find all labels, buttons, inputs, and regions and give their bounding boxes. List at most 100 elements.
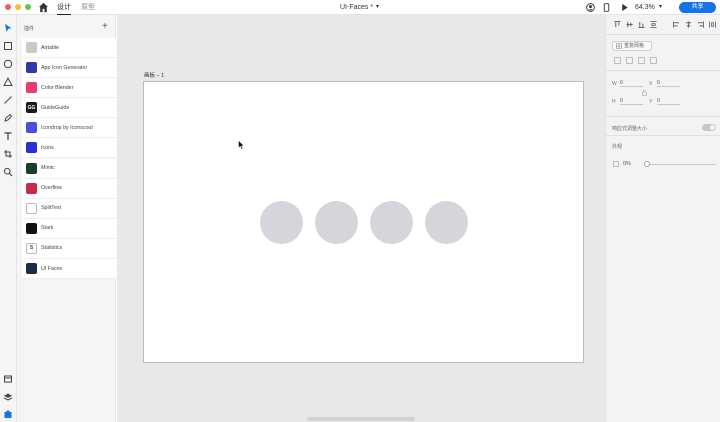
height-field[interactable]: 0	[620, 98, 643, 105]
plugin-label: Airtable	[41, 44, 59, 51]
opacity-slider-thumb[interactable]	[644, 161, 650, 167]
share-button[interactable]: 共享	[679, 2, 716, 13]
repeat-grid-label: 重复网格	[624, 43, 645, 49]
plugin-item[interactable]: GGGuideGuide›	[22, 98, 129, 119]
repeat-grid-button[interactable]: 重复网格	[612, 41, 652, 51]
plugin-item[interactable]: UI Faces	[22, 259, 129, 280]
statistics-icon: S	[26, 242, 37, 254]
x-label: X	[649, 81, 653, 87]
layers-icon[interactable]	[3, 392, 13, 402]
plugin-label: UI Faces	[41, 265, 63, 272]
chevron-down-icon[interactable]: ▾	[659, 3, 662, 10]
polygon-tool-icon[interactable]	[3, 77, 13, 87]
horizontal-scrollbar[interactable]	[307, 417, 415, 421]
align-middle-icon[interactable]	[626, 21, 633, 28]
tool-bar	[0, 15, 17, 422]
plugin-item[interactable]: Mimic	[22, 158, 129, 179]
text-tool-icon[interactable]	[3, 131, 13, 141]
placeholder-circle[interactable]	[315, 201, 358, 244]
overflow-icon	[26, 182, 37, 194]
boolean-intersect-icon[interactable]	[638, 57, 645, 64]
plugin-item[interactable]: Icons	[22, 138, 129, 159]
plugin-item[interactable]: Icondrop by Iconscout	[22, 118, 129, 139]
zoom-window-button[interactable]	[25, 4, 31, 10]
align-top-icon[interactable]	[614, 21, 621, 28]
plugin-item[interactable]: Airtable	[22, 38, 129, 58]
responsive-resize-label: 响应式调整大小	[612, 126, 648, 132]
boolean-exclude-icon[interactable]	[650, 57, 657, 64]
plugin-label: Statistics	[41, 245, 63, 252]
plugin-item[interactable]: SplitText›	[22, 198, 129, 219]
plugin-label: Mimic	[41, 165, 55, 172]
plugin-label: GuideGuide	[41, 104, 70, 111]
plugin-label: Color Blender	[41, 84, 74, 91]
tab-design[interactable]: 设计	[57, 3, 71, 15]
align-center-icon[interactable]	[685, 21, 692, 28]
properties-panel: 重复网格 W 0 X 0 H 0 Y 0 响应式调整大小 外观 0%	[605, 15, 720, 422]
mimic-icon	[26, 162, 37, 174]
boolean-subtract-icon[interactable]	[626, 57, 633, 64]
minimize-window-button[interactable]	[15, 4, 21, 10]
divider	[606, 116, 720, 117]
ellipse-tool-icon[interactable]	[3, 59, 13, 69]
width-field[interactable]: 0	[620, 80, 643, 87]
plugin-item[interactable]: S Statistics	[22, 238, 129, 259]
stark-icon	[26, 222, 37, 234]
plugin-label: Overflow	[41, 185, 62, 192]
ui-faces-icon	[26, 263, 37, 275]
plugins-panel-title: 插件	[24, 26, 35, 32]
placeholder-circle[interactable]	[260, 201, 303, 244]
plugin-item[interactable]: Overflow	[22, 178, 129, 199]
icondrop-icon	[26, 122, 37, 134]
plugin-item[interactable]: Stark›	[22, 218, 129, 239]
distribute-vertical-icon[interactable]	[650, 21, 657, 28]
splittext-icon	[26, 202, 37, 214]
close-window-button[interactable]	[5, 4, 11, 10]
home-icon[interactable]	[38, 2, 49, 13]
boolean-add-icon[interactable]	[614, 57, 621, 64]
plugin-label: Icons	[41, 144, 54, 151]
plugin-item[interactable]: App Icon Generator	[22, 58, 129, 79]
divider	[606, 70, 720, 71]
plugins-panel: 插件 + Airtable App Icon Generator Color Ble…	[17, 15, 129, 422]
artboard[interactable]	[143, 81, 584, 363]
placeholder-circle[interactable]	[425, 201, 468, 244]
opacity-slider-track[interactable]	[646, 164, 716, 165]
add-plugin-button[interactable]: +	[102, 22, 108, 32]
opacity-value[interactable]: 0%	[623, 161, 631, 167]
opacity-checkbox[interactable]	[613, 161, 619, 167]
color-blender-icon	[26, 82, 37, 94]
select-tool-icon[interactable]	[3, 23, 13, 33]
app-icon-generator-icon	[26, 62, 37, 74]
line-tool-icon[interactable]	[3, 95, 13, 105]
y-field[interactable]: 0	[657, 98, 680, 105]
lock-aspect-icon[interactable]	[642, 89, 647, 96]
alignment-row	[606, 15, 720, 35]
artboard-tool-icon[interactable]	[3, 149, 13, 159]
canvas[interactable]: 画板 – 1	[117, 15, 605, 422]
plugin-item[interactable]: Color Blender	[22, 78, 129, 99]
zoom-level[interactable]: 64.3%	[635, 3, 655, 12]
title-bar: 设计 原型 UI-Faces * ▾ 64.3% ▾ 共享	[0, 0, 720, 15]
rectangle-tool-icon[interactable]	[3, 41, 13, 51]
x-field[interactable]: 0	[657, 80, 680, 87]
tab-prototype[interactable]: 原型	[81, 3, 95, 12]
align-left-icon[interactable]	[673, 21, 680, 28]
placeholder-circle[interactable]	[370, 201, 413, 244]
distribute-horizontal-icon[interactable]	[709, 21, 716, 28]
device-preview-icon[interactable]	[602, 3, 611, 12]
artboard-label[interactable]: 画板 – 1	[144, 71, 164, 79]
assets-icon[interactable]	[3, 374, 13, 384]
play-icon[interactable]	[620, 3, 629, 12]
align-right-icon[interactable]	[697, 21, 704, 28]
plugins-icon[interactable]	[3, 409, 13, 419]
align-bottom-icon[interactable]	[638, 21, 645, 28]
user-account-icon[interactable]	[586, 3, 595, 12]
responsive-resize-toggle[interactable]	[702, 124, 716, 131]
chevron-down-icon[interactable]: ▾	[376, 3, 379, 10]
plugin-list: Airtable App Icon Generator Color Blender G…	[22, 38, 129, 280]
zoom-tool-icon[interactable]	[3, 167, 13, 177]
width-label: W	[612, 81, 617, 87]
pen-tool-icon[interactable]	[3, 113, 13, 123]
document-title[interactable]: UI-Faces *	[340, 3, 373, 12]
